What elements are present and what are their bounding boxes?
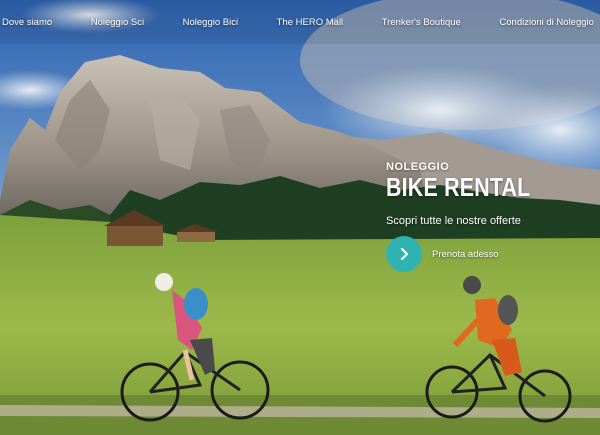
cta-circle[interactable] [386,236,422,272]
hero-headline: BIKE RENTAL [386,172,531,202]
nav-link-noleggio-bici[interactable]: Noleggio Bici [183,17,238,28]
hero-text-block: NOLEGGIO BIKE RENTAL Scopri tutte le nos… [386,161,562,227]
chevron-right-icon [400,247,409,261]
nav-link-noleggio-sci[interactable]: Noleggio Sci [91,17,144,28]
nav-link-trenkers-boutique[interactable]: Trenker's Boutique [382,17,461,28]
hero-subline: Scopri tutte le nostre offerte [386,215,521,227]
book-now-button[interactable]: Prenota adesso [386,236,499,272]
nav-link-dove-siamo[interactable]: Dove siamo [2,17,52,28]
nav-link-condizioni-noleggio[interactable]: Condizioni di Noleggio [499,17,594,28]
main-nav: Dove siamo Noleggio Sci Noleggio Bici Th… [0,0,600,44]
book-now-label[interactable]: Prenota adesso [432,249,499,260]
nav-link-hero-mall[interactable]: The HERO Mall [277,17,344,28]
